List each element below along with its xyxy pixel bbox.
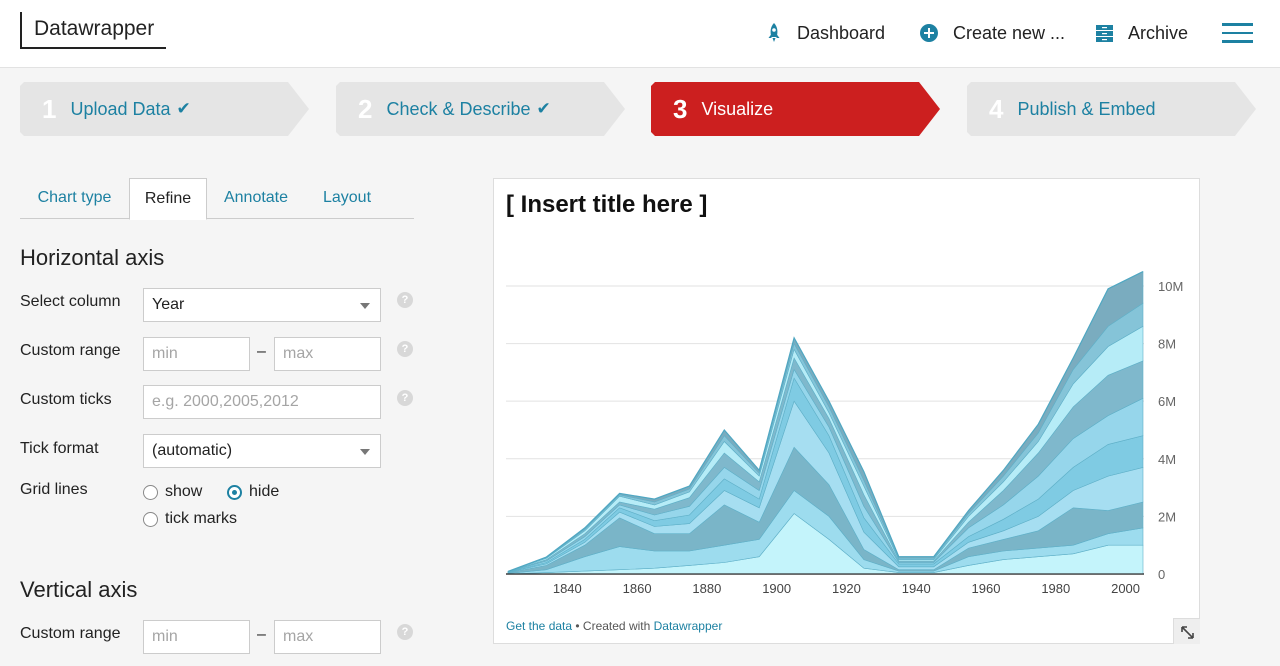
step-number: 2	[358, 93, 373, 124]
x-tick-label: 1840	[553, 581, 582, 596]
x-tick-label: 1980	[1041, 581, 1070, 596]
vertical-axis-heading: Vertical axis	[20, 577, 138, 602]
help-icon[interactable]: ?	[397, 341, 413, 357]
hamburger-menu-icon[interactable]	[1222, 23, 1253, 43]
archive-icon	[1096, 24, 1113, 42]
grid-lines-label: Grid lines	[20, 481, 88, 498]
chevron-down-icon	[360, 449, 370, 455]
horizontal-axis-heading: Horizontal axis	[20, 245, 165, 270]
step-visualize[interactable]: 3 Visualize	[651, 82, 941, 136]
tab-chart-type[interactable]: Chart type	[20, 178, 129, 219]
tick-format-value: (automatic)	[152, 442, 233, 459]
tick-format-label: Tick format	[20, 440, 99, 457]
x-tick-label: 1940	[902, 581, 931, 596]
step-label: Check & Describe	[386, 98, 531, 119]
sidebar-tabs: Chart type Refine Annotate Layout	[20, 178, 414, 220]
y-tick-label: 0	[1158, 567, 1165, 582]
step-number: 1	[42, 93, 57, 124]
radio-label: tick marks	[165, 510, 237, 527]
chart-footer: Get the data • Created with Datawrapper	[506, 619, 722, 633]
x-tick-label: 1860	[623, 581, 652, 596]
help-icon[interactable]: ?	[397, 390, 413, 406]
tick-format-dropdown[interactable]: (automatic)	[143, 434, 381, 468]
get-the-data-link[interactable]: Get the data	[506, 619, 572, 633]
tab-refine[interactable]: Refine	[129, 178, 207, 220]
x-tick-label: 2000	[1111, 581, 1140, 596]
step-upload-data[interactable]: 1 Upload Data ✔	[20, 82, 310, 136]
y-range-min-input[interactable]	[143, 620, 250, 654]
radio-label: hide	[249, 483, 280, 500]
custom-range-label: Custom range	[20, 342, 121, 359]
resize-icon[interactable]	[1173, 618, 1200, 644]
create-new-link[interactable]: Create new ...	[919, 20, 1065, 46]
custom-ticks-label: Custom ticks	[20, 391, 112, 408]
select-column-label: Select column	[20, 293, 121, 310]
select-column-value: Year	[152, 296, 185, 313]
radio-label: show	[165, 483, 203, 500]
y-tick-label: 2M	[1158, 509, 1176, 524]
area-chart: 0 2M 4M 6M 8M 10M 1840 1860 1880 1900 1920 1940 1960…	[506, 271, 1183, 596]
checkmark-icon: ✔	[536, 99, 551, 118]
select-column-dropdown[interactable]: Year	[143, 288, 381, 322]
grid-show-radio[interactable]: show	[143, 483, 202, 501]
tab-layout[interactable]: Layout	[305, 178, 389, 219]
dashboard-label: Dashboard	[797, 22, 886, 43]
y-tick-label: 6M	[1158, 394, 1176, 409]
x-range-min-input[interactable]	[143, 337, 250, 371]
step-publish-embed[interactable]: 4 Publish & Embed	[967, 82, 1257, 136]
range-dash: –	[257, 626, 266, 643]
step-label: Upload Data	[70, 98, 171, 119]
x-tick-label: 1880	[692, 581, 721, 596]
tab-annotate[interactable]: Annotate	[207, 178, 305, 219]
step-label: Visualize	[701, 98, 774, 119]
step-number: 4	[989, 93, 1004, 124]
chart-preview: 0 2M 4M 6M 8M 10M 1840 1860 1880 1900 1920 1940 1960…	[493, 178, 1200, 644]
y-tick-label: 8M	[1158, 337, 1176, 352]
step-check-describe[interactable]: 2 Check & Describe ✔	[336, 82, 626, 136]
chevron-down-icon	[360, 303, 370, 309]
help-icon[interactable]: ?	[397, 292, 413, 308]
radio-selected-icon	[227, 484, 242, 500]
range-dash: –	[257, 343, 266, 360]
archive-link[interactable]: Archive	[1095, 20, 1188, 46]
datawrapper-logo[interactable]: Datawrapper	[20, 12, 167, 49]
y-tick-label: 4M	[1158, 452, 1176, 467]
grid-tick-marks-radio[interactable]: tick marks	[143, 510, 237, 528]
custom-ticks-input[interactable]	[143, 385, 381, 419]
x-tick-label: 1920	[832, 581, 861, 596]
checkmark-icon: ✔	[176, 99, 191, 118]
y-range-max-input[interactable]	[274, 620, 381, 654]
radio-icon	[143, 511, 158, 527]
step-label: Publish & Embed	[1017, 98, 1156, 119]
custom-range-label: Custom range	[20, 625, 121, 642]
y-tick-label: 10M	[1158, 279, 1183, 294]
top-navbar: Datawrapper Dashboard Create new ... Arc…	[0, 0, 1280, 68]
footer-separator: • Created with	[572, 619, 654, 633]
grid-hide-radio[interactable]: hide	[227, 483, 279, 501]
archive-label: Archive	[1128, 22, 1189, 43]
help-icon[interactable]: ?	[397, 624, 413, 640]
chart-title[interactable]: [ Insert title here ]	[506, 191, 707, 219]
create-new-label: Create new ...	[953, 22, 1066, 43]
radio-icon	[143, 484, 158, 500]
plus-circle-icon	[920, 24, 938, 42]
x-tick-label: 1960	[972, 581, 1001, 596]
x-tick-label: 1900	[762, 581, 791, 596]
datawrapper-link[interactable]: Datawrapper	[654, 619, 723, 633]
step-number: 3	[673, 93, 688, 124]
rocket-icon	[768, 23, 780, 42]
x-range-max-input[interactable]	[274, 337, 381, 371]
dashboard-link[interactable]: Dashboard	[765, 20, 885, 46]
